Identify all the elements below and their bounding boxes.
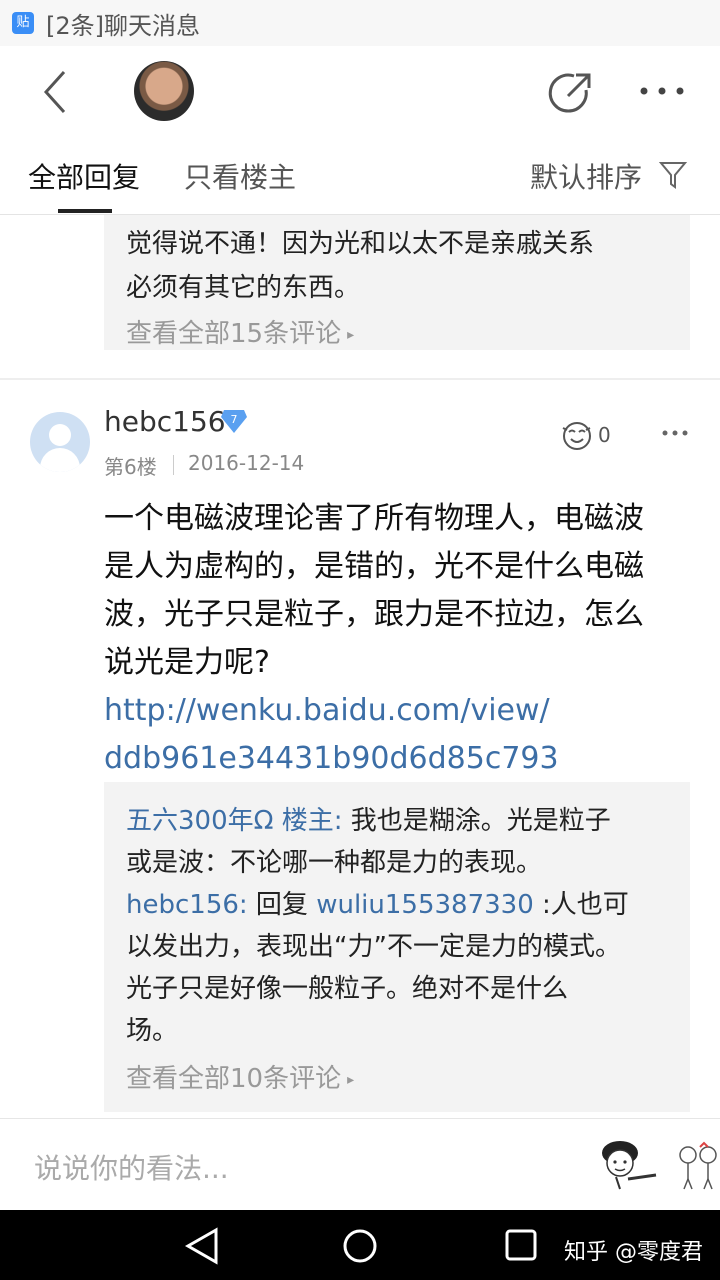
comment-text: 必须有其它的东西。 <box>126 273 361 303</box>
filter-icon[interactable] <box>658 160 688 190</box>
chevron-right-icon: ▸ <box>347 1071 355 1088</box>
post-date: 2016-12-14 <box>188 451 305 475</box>
comment-text: 场。 <box>126 1016 179 1046</box>
meme-sticker-icon[interactable] <box>598 1139 660 1191</box>
post-link[interactable]: http://wenku.baidu.com/view/ <box>104 687 644 735</box>
view-all-comments-link[interactable]: 查看全部15条评论 ▸ <box>126 313 354 350</box>
sub-comment: 五六300年Ω 楼主: 我也是糊涂。光是粒子 <box>126 800 611 837</box>
comment-text: 以发出力，表现出“力”不一定是力的模式。 <box>126 932 621 962</box>
tab-owner-only[interactable]: 只看楼主 <box>184 156 296 196</box>
divider <box>0 378 720 380</box>
like-face-icon[interactable] <box>560 419 594 453</box>
comment-text: 觉得说不通！因为光和以太不是亲戚关系 <box>126 229 595 259</box>
like-count: 0 <box>598 423 611 447</box>
sub-comment: hebc156: 回复 wuliu155387330 :人也可 <box>126 884 629 921</box>
post-text-line: 说光是力呢? <box>104 645 270 680</box>
divider <box>173 455 174 475</box>
reply-list[interactable]: 觉得说不通！因为光和以太不是亲戚关系 必须有其它的东西。 查看全部15条评论 ▸ … <box>0 215 720 1118</box>
share-icon[interactable] <box>546 70 594 118</box>
post-link[interactable]: ddb961e34431b90d6d85c793 <box>104 735 644 783</box>
thread-owner-avatar[interactable] <box>134 61 194 121</box>
comment-author[interactable]: 五六300年Ω 楼主: <box>126 806 343 836</box>
reply-target-user[interactable]: wuliu155387330 <box>316 890 534 920</box>
reply-label: 回复 <box>247 890 317 920</box>
comment-text: 我也是糊涂。光是粒子 <box>342 806 611 836</box>
active-tab-indicator <box>58 209 112 213</box>
reply-input-bar: 说说你的看法... <box>0 1118 720 1211</box>
comment-text: :人也可 <box>533 890 629 920</box>
more-icon[interactable] <box>660 423 690 443</box>
svg-text:7: 7 <box>231 413 238 426</box>
reply-input[interactable]: 说说你的看法... <box>34 1147 229 1187</box>
diamond-badge-icon: 7 <box>221 410 247 433</box>
post-text-line: 是人为虚构的，是错的，光不是什么电磁 <box>104 549 644 584</box>
notification-title: [2条]聊天消息 <box>46 11 200 40</box>
system-recents-icon[interactable] <box>504 1228 538 1262</box>
system-back-icon[interactable] <box>184 1226 220 1266</box>
reply-tabs: 全部回复 只看楼主 默认排序 <box>0 138 720 215</box>
view-all-comments-link[interactable]: 查看全部10条评论 ▸ <box>126 1058 354 1095</box>
comment-author[interactable]: hebc156: <box>126 890 248 920</box>
comment-text: 光子只是好像一般粒子。绝对不是什么 <box>126 974 569 1004</box>
nav-bar <box>0 46 720 138</box>
system-nav-bar: 知乎 @零度君 <box>0 1210 720 1280</box>
system-home-icon[interactable] <box>342 1228 378 1264</box>
comment-text: 或是波：不论哪一种都是力的表现。 <box>126 848 543 878</box>
user-avatar[interactable] <box>30 412 90 472</box>
back-arrow-icon[interactable] <box>34 68 78 116</box>
post-text-line: 一个电磁波理论害了所有物理人，电磁波 <box>104 501 644 536</box>
chevron-right-icon: ▸ <box>347 326 355 343</box>
sub-comments-box: 五六300年Ω 楼主: 我也是糊涂。光是粒子 或是波：不论哪一种都是力的表现。 … <box>104 782 690 1112</box>
watermark: 知乎 @零度君 <box>564 1240 703 1265</box>
previous-comment-box: 觉得说不通！因为光和以太不是亲戚关系 必须有其它的东西。 查看全部15条评论 ▸ <box>104 215 690 350</box>
cartoon-couple-icon[interactable] <box>676 1139 720 1191</box>
sort-button[interactable]: 默认排序 <box>530 156 642 196</box>
username[interactable]: hebc156 <box>104 405 226 438</box>
more-icon[interactable] <box>636 76 688 106</box>
tieba-app-icon: 贴 <box>12 12 34 34</box>
status-bar: 贴 [2条]聊天消息 <box>0 0 720 46</box>
post-body: 一个电磁波理论害了所有物理人，电磁波 是人为虚构的，是错的，光不是什么电磁 波，… <box>104 495 644 783</box>
tab-all-replies[interactable]: 全部回复 <box>28 156 140 196</box>
post-text-line: 波，光子只是粒子，跟力是不拉边，怎么 <box>104 597 644 632</box>
floor-number: 第6楼 <box>104 455 157 479</box>
